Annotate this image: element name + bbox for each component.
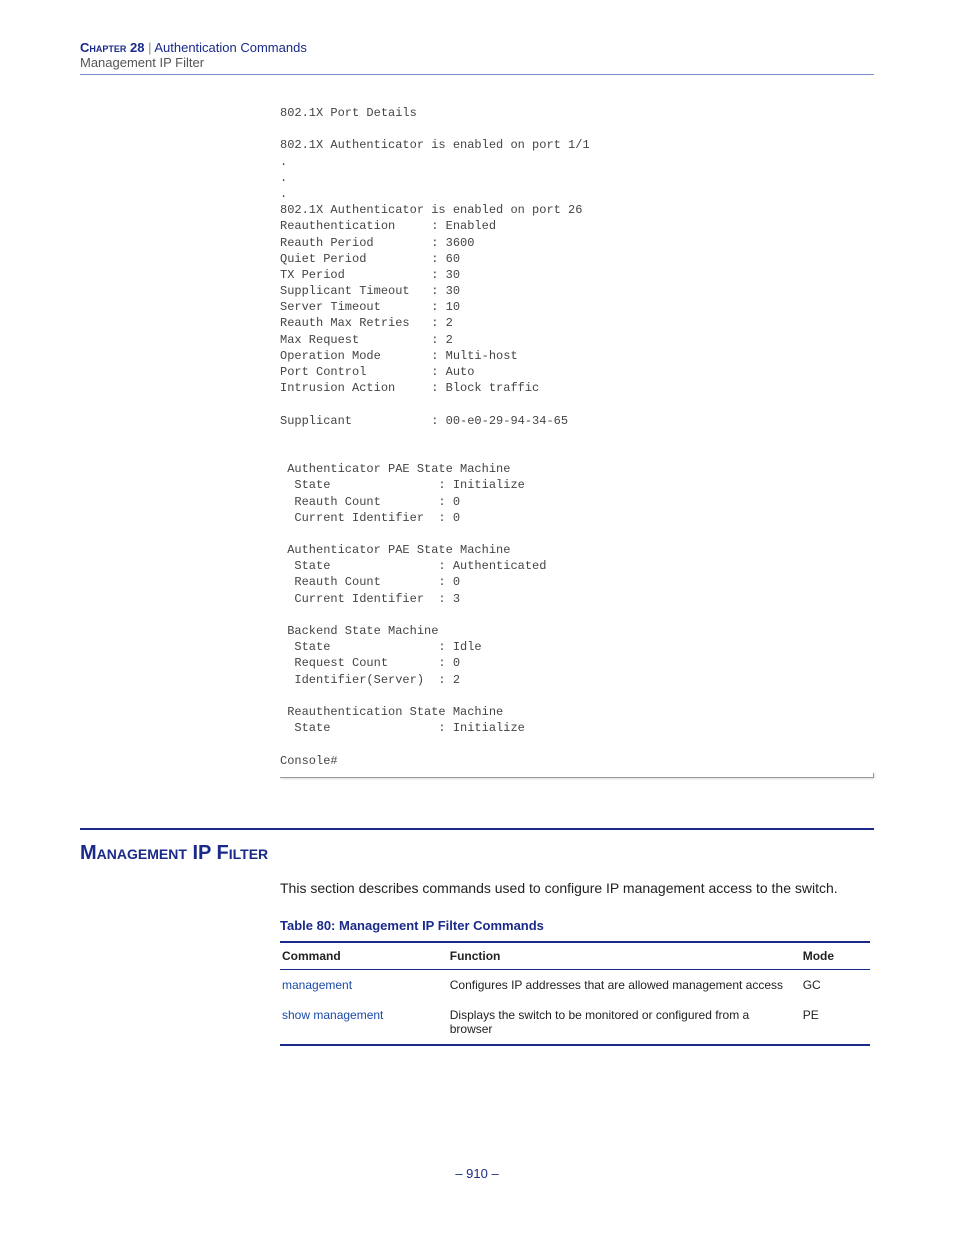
mode-cell: PE: [801, 1000, 870, 1045]
mode-cell: GC: [801, 969, 870, 1000]
chapter-separator: |: [144, 40, 154, 55]
table-row: management Configures IP addresses that …: [280, 969, 870, 1000]
chapter-label: Chapter 28: [80, 40, 144, 55]
chapter-title: Authentication Commands: [154, 40, 306, 55]
table-header-row: Command Function Mode: [280, 942, 870, 970]
code-listing: 802.1X Port Details 802.1X Authenticator…: [280, 105, 874, 769]
table-header-mode: Mode: [801, 942, 870, 970]
code-frame-bottom: [280, 773, 874, 778]
page-number: – 910 –: [80, 1166, 874, 1181]
section-rule: [80, 828, 874, 830]
section-body: This section describes commands used to …: [280, 879, 874, 898]
page-header: Chapter 28 | Authentication Commands Man…: [80, 40, 874, 75]
table-caption: Table 80: Management IP Filter Commands: [280, 918, 874, 933]
chapter-line: Chapter 28 | Authentication Commands: [80, 40, 874, 55]
function-cell: Configures IP addresses that are allowed…: [448, 969, 801, 1000]
command-link[interactable]: show management: [282, 1008, 383, 1022]
document-page: Chapter 28 | Authentication Commands Man…: [0, 0, 954, 1221]
command-link[interactable]: management: [282, 978, 352, 992]
chapter-subtitle: Management IP Filter: [80, 55, 874, 70]
table-header-command: Command: [280, 942, 448, 970]
section-heading: Management IP Filter: [80, 842, 874, 865]
code-listing-wrap: 802.1X Port Details 802.1X Authenticator…: [280, 105, 874, 778]
commands-table: Command Function Mode management Configu…: [280, 941, 870, 1046]
table-row: show management Displays the switch to b…: [280, 1000, 870, 1045]
function-cell: Displays the switch to be monitored or c…: [448, 1000, 801, 1045]
table-header-function: Function: [448, 942, 801, 970]
